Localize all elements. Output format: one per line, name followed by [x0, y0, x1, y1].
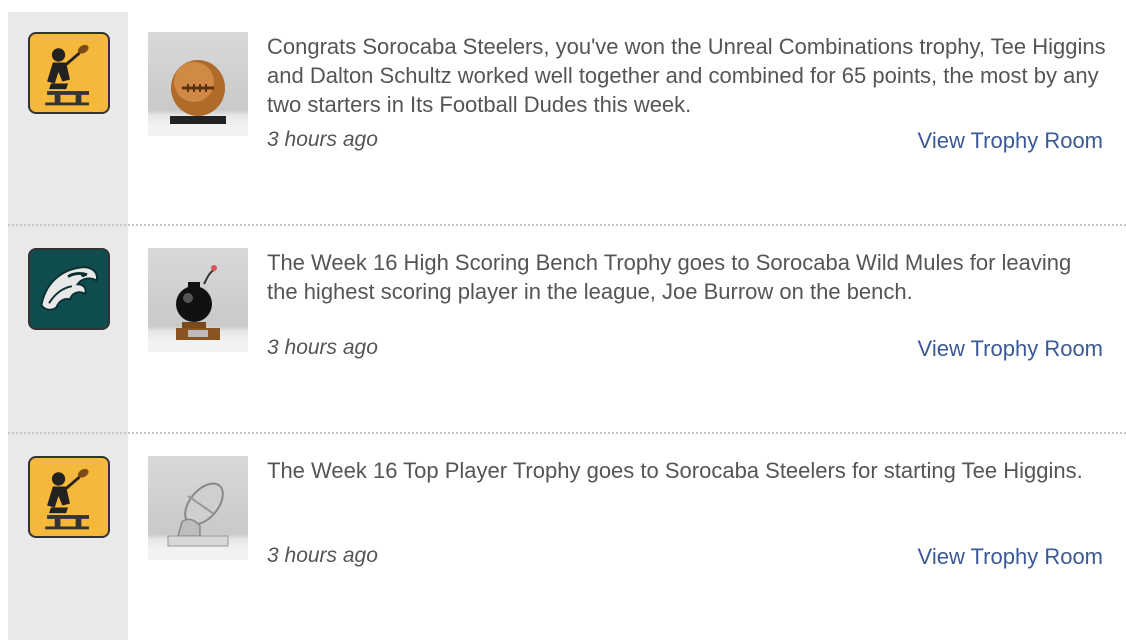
steelers-logo-icon[interactable] — [28, 456, 110, 538]
view-trophy-room-link[interactable]: View Trophy Room — [918, 336, 1103, 362]
eagles-logo-icon[interactable] — [28, 248, 110, 330]
trophy-feed: Congrats Sorocaba Steelers, you've won t… — [0, 0, 1126, 640]
feed-item: The Week 16 High Scoring Bench Trophy go… — [8, 228, 1126, 432]
trophy-message: Congrats Sorocaba Steelers, you've won t… — [267, 34, 1106, 117]
view-trophy-room-link[interactable]: View Trophy Room — [918, 128, 1103, 154]
football-trophy-icon[interactable] — [148, 32, 248, 136]
feed-item: The Week 16 Top Player Trophy goes to So… — [8, 436, 1126, 640]
silver-football-trophy-icon[interactable] — [148, 456, 248, 560]
trophy-message: The Week 16 High Scoring Bench Trophy go… — [267, 250, 1072, 304]
divider — [8, 224, 1126, 226]
timestamp: 3 hours ago — [267, 336, 378, 359]
feed-item: Congrats Sorocaba Steelers, you've won t… — [8, 12, 1126, 224]
timestamp: 3 hours ago — [267, 544, 378, 567]
steelers-logo-icon[interactable] — [28, 32, 110, 114]
timestamp: 3 hours ago — [267, 128, 378, 151]
divider — [8, 432, 1126, 434]
bomb-trophy-icon[interactable] — [148, 248, 248, 352]
view-trophy-room-link[interactable]: View Trophy Room — [918, 544, 1103, 570]
trophy-message: The Week 16 Top Player Trophy goes to So… — [267, 458, 1083, 483]
